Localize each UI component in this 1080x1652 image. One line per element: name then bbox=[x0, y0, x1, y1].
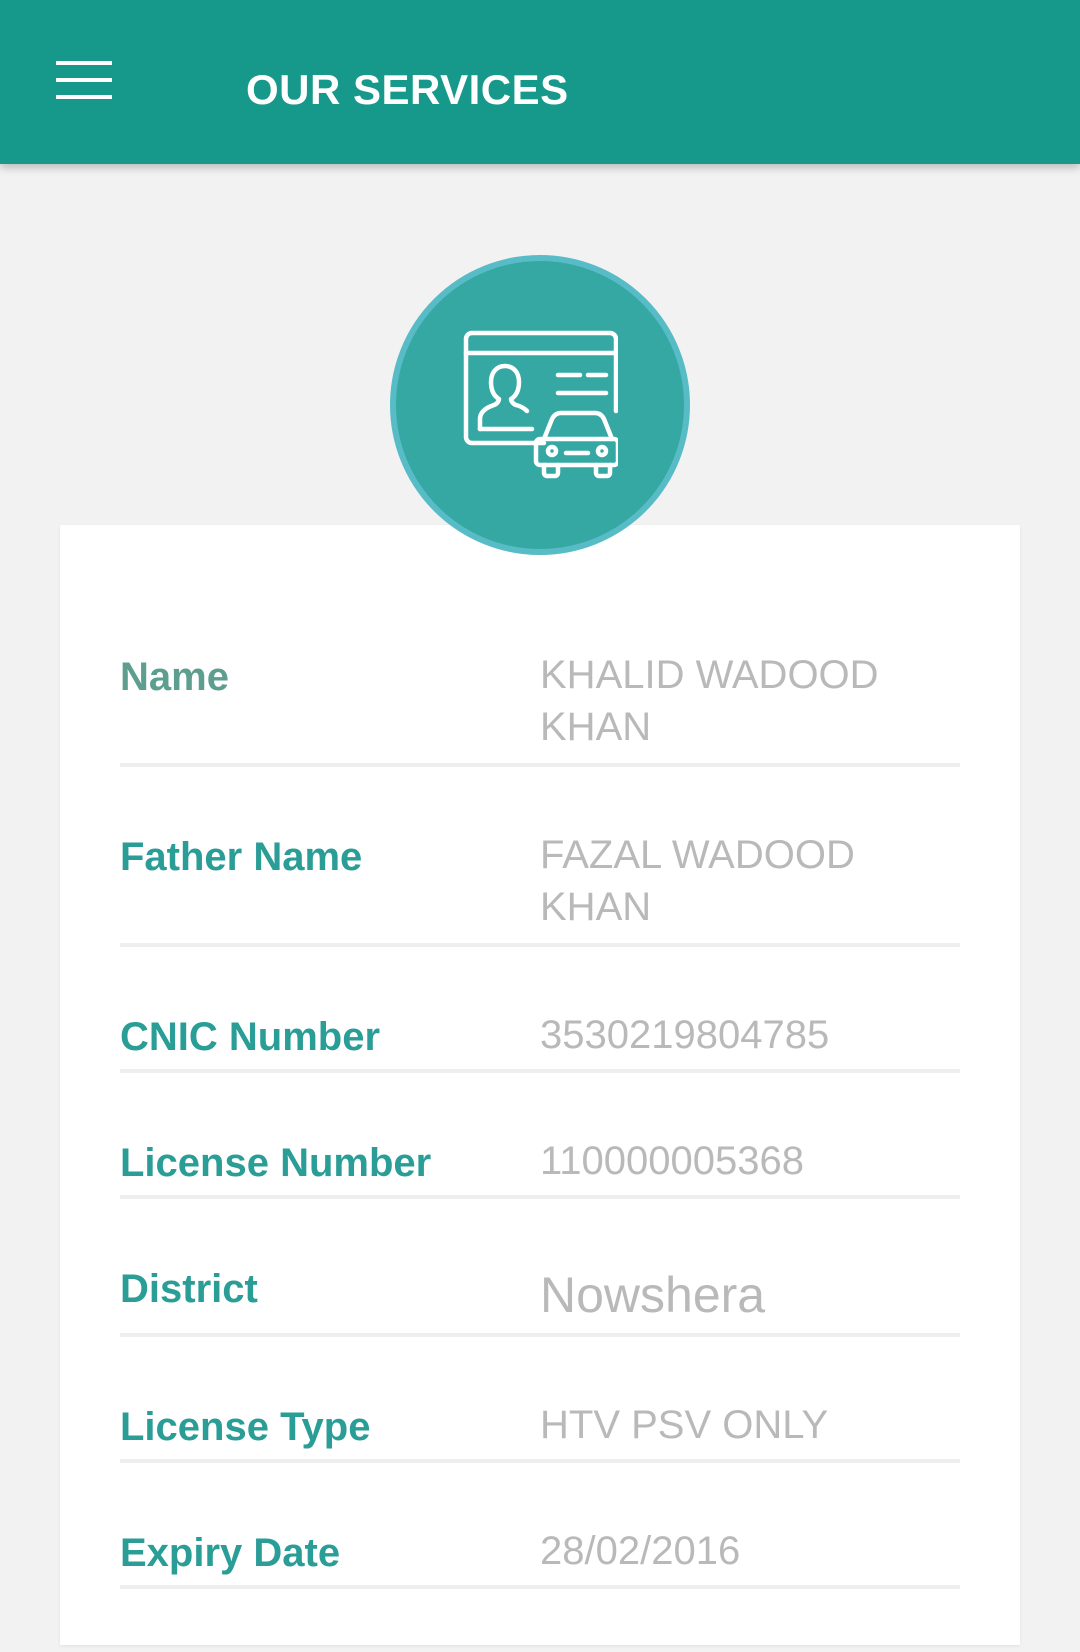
district-row: District Nowshera bbox=[120, 1267, 960, 1337]
expiry-date-value: 28/02/2016 bbox=[540, 1529, 741, 1573]
page-title: OUR SERVICES bbox=[246, 66, 569, 113]
district-value: Nowshera bbox=[540, 1267, 766, 1323]
cnic-label: CNIC Number bbox=[120, 1015, 381, 1059]
app-bar: OUR SERVICES bbox=[0, 0, 1080, 164]
license-type-value: HTV PSV ONLY bbox=[540, 1403, 829, 1447]
license-number-row: License Number 110000005368 bbox=[120, 1139, 960, 1199]
name-label: Name bbox=[120, 655, 229, 699]
cnic-value: 3530219804785 bbox=[540, 1013, 830, 1057]
license-details-card: Name KHALID WADOOD KHAN Father Name FAZA… bbox=[60, 525, 1020, 1645]
father-name-label: Father Name bbox=[120, 835, 363, 879]
expiry-date-row: Expiry Date 28/02/2016 bbox=[120, 1529, 960, 1589]
license-type-row: License Type HTV PSV ONLY bbox=[120, 1403, 960, 1463]
name-value: KHALID WADOOD KHAN bbox=[540, 653, 879, 749]
expiry-date-label: Expiry Date bbox=[120, 1531, 341, 1575]
cnic-row: CNIC Number 3530219804785 bbox=[120, 1013, 960, 1073]
father-name-row: Father Name FAZAL WADOOD KHAN bbox=[120, 833, 960, 947]
district-label: District bbox=[120, 1267, 258, 1311]
father-name-value: FAZAL WADOOD KHAN bbox=[540, 833, 855, 929]
driving-license-icon bbox=[390, 255, 690, 555]
hamburger-menu-icon[interactable] bbox=[44, 50, 124, 110]
license-number-label: License Number bbox=[120, 1141, 432, 1185]
name-row: Name KHALID WADOOD KHAN bbox=[120, 653, 960, 767]
license-type-label: License Type bbox=[120, 1405, 371, 1449]
license-number-value: 110000005368 bbox=[540, 1139, 804, 1183]
